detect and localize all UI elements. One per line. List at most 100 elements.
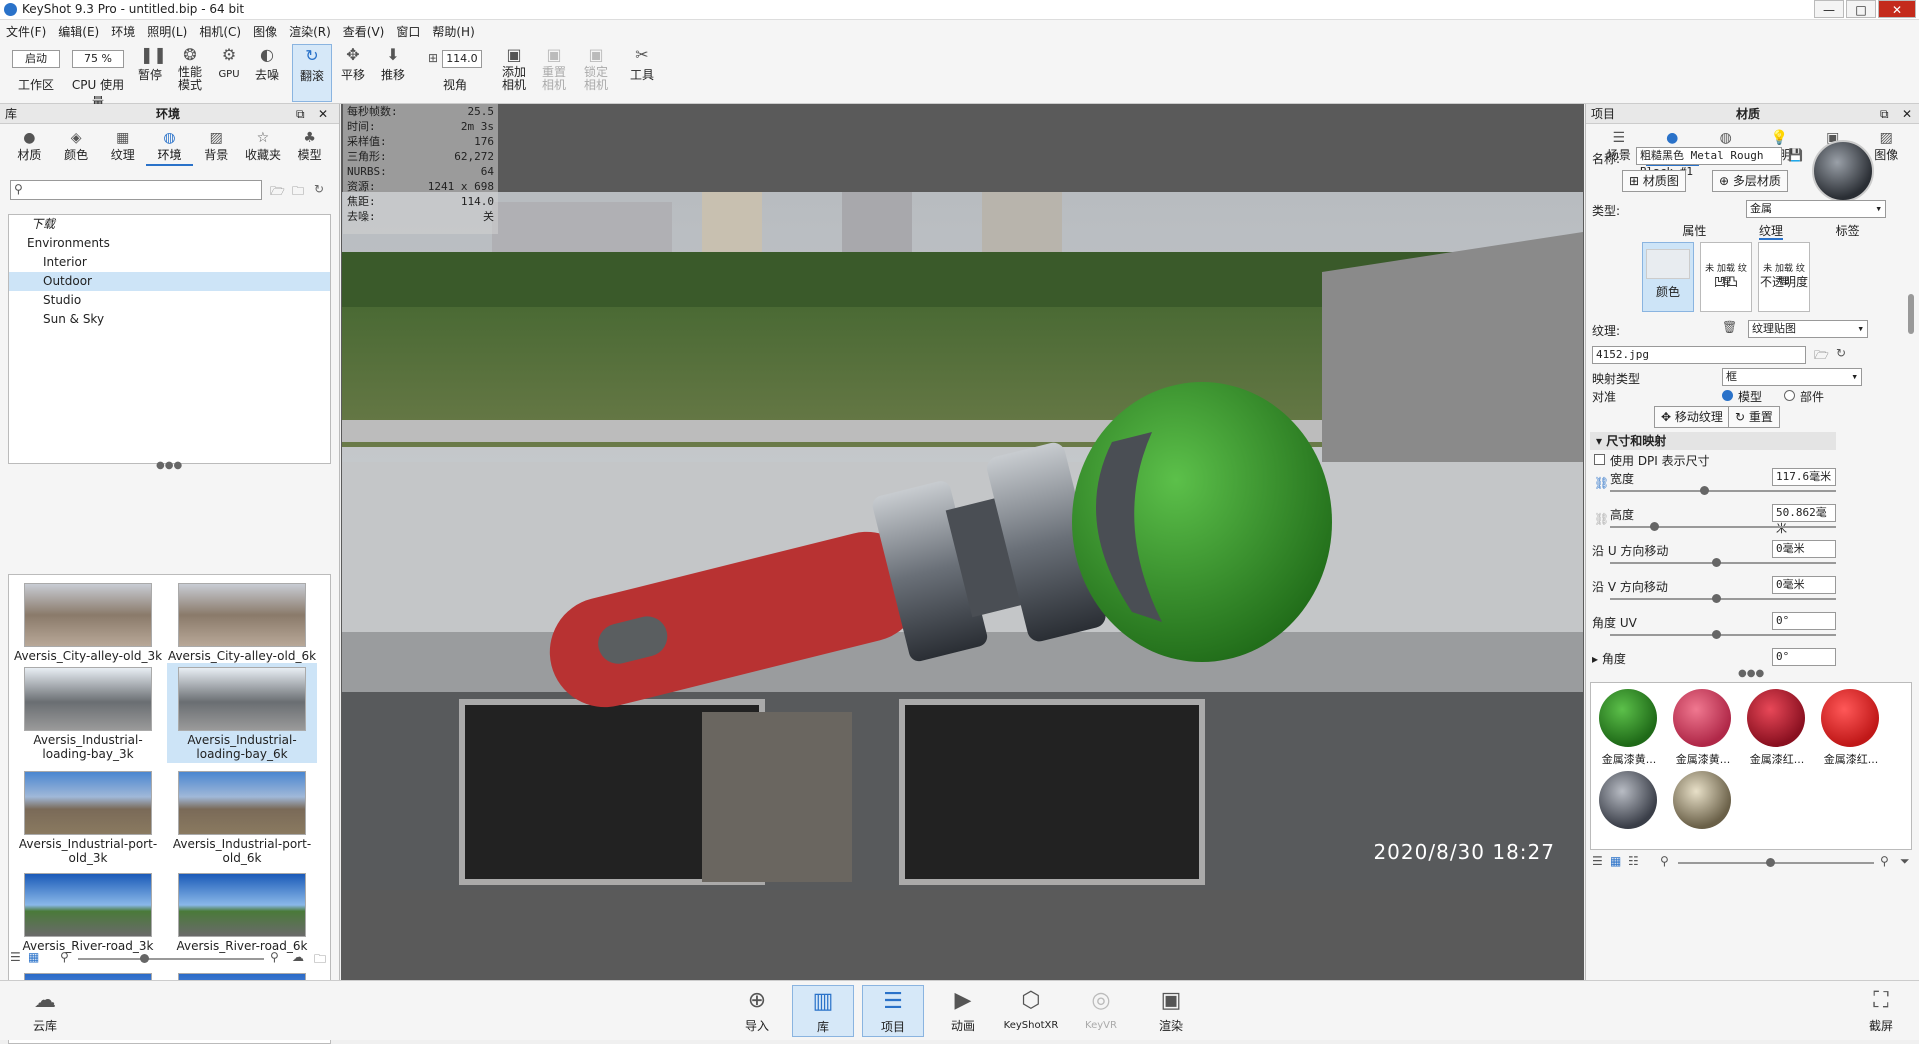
properties-scrollbar[interactable]: [1908, 294, 1914, 334]
width-input[interactable]: 117.6毫米: [1772, 468, 1836, 486]
menu-edit[interactable]: 编辑(E): [52, 20, 105, 43]
tab-textures[interactable]: ▦ 纹理: [99, 128, 146, 166]
u-move-input[interactable]: 0毫米: [1772, 540, 1836, 558]
material-ball-green[interactable]: [1599, 689, 1657, 747]
folder-icon[interactable]: 🗀: [314, 950, 326, 971]
thumb-port-old-6k[interactable]: Aversis_Industrial-port-old_6k: [167, 767, 317, 865]
multi-material-button[interactable]: ⊕ 多层材质: [1712, 170, 1788, 192]
tab-environments[interactable]: ◍ 环境: [146, 128, 193, 166]
menu-render[interactable]: 渲染(R): [283, 20, 337, 43]
menu-view[interactable]: 查看(V): [337, 20, 391, 43]
render-button[interactable]: ▣ 渲染: [1140, 985, 1202, 1037]
uv-angle-slider[interactable]: [1610, 630, 1836, 639]
tumble-button[interactable]: ↻ 翻滚: [292, 44, 332, 102]
cloud-upload-icon[interactable]: ☁: [292, 950, 304, 964]
thumb-city-alley-6k[interactable]: Aversis_City-alley-old_6k: [167, 579, 317, 663]
screenshot-button[interactable]: ⛶ 截屏: [1850, 985, 1912, 1037]
height-input[interactable]: 50.862毫米: [1772, 504, 1836, 535]
splitter-handle[interactable]: ●●●: [1738, 668, 1764, 679]
pause-button[interactable]: ❚❚ 暂停: [134, 44, 167, 102]
width-slider[interactable]: [1610, 486, 1836, 495]
cpu-usage-control[interactable]: 75 % CPU 使用量: [66, 44, 130, 109]
maximize-button[interactable]: □: [1846, 0, 1876, 18]
tab-backplates[interactable]: ▨ 背景: [193, 128, 240, 166]
filter-icon[interactable]: ⏷: [1900, 854, 1910, 869]
tab-colors[interactable]: ◈ 颜色: [53, 128, 100, 166]
material-ball-red[interactable]: [1821, 689, 1879, 747]
add-camera-button[interactable]: ▣ 添加 相机: [496, 44, 532, 102]
ball-size-slider[interactable]: [1678, 858, 1874, 867]
list-view-icon[interactable]: ☰: [10, 950, 21, 964]
panel-close-icon[interactable]: ✕: [318, 104, 328, 124]
refresh-icon[interactable]: ↻: [1836, 346, 1846, 360]
tab-models[interactable]: ♣ 模型: [286, 128, 333, 166]
tree-item-studio[interactable]: Studio: [9, 291, 330, 310]
link-icon[interactable]: ⛓: [1594, 476, 1609, 490]
subtab-textures[interactable]: 纹理: [1758, 222, 1783, 240]
thumb-river-road-3k[interactable]: Aversis_River-road_3k: [13, 869, 163, 953]
undock-icon[interactable]: ⧉: [296, 104, 305, 124]
lock-camera-button[interactable]: ▣ 锁定 相机: [578, 44, 614, 102]
material-ball-pink[interactable]: [1673, 689, 1731, 747]
texture-slot-bump[interactable]: 未 加载 纹理 凹凸: [1700, 242, 1752, 312]
texture-slot-color[interactable]: 颜色: [1642, 242, 1694, 312]
reset-texture-button[interactable]: ↻ 重置: [1728, 406, 1780, 428]
workspace-control[interactable]: 启动 工作区: [10, 44, 62, 102]
unlink-icon[interactable]: ⛓: [1594, 512, 1609, 526]
render-viewport[interactable]: 2020/8/30 18:27 每秒帧数: 25.5 时间: 2m 3s 采样值: 1…: [341, 104, 1584, 980]
cloud-library-button[interactable]: ☁ 云库: [14, 985, 76, 1037]
tree-item-downloads[interactable]: 下载: [9, 215, 330, 234]
keyshotxr-button[interactable]: ⬡ KeyShotXR: [1000, 985, 1062, 1037]
library-search-input[interactable]: ⚲: [10, 180, 262, 200]
delete-icon[interactable]: 🗑: [1722, 320, 1737, 334]
uv-angle-input[interactable]: 0°: [1772, 612, 1836, 630]
panel-close-icon[interactable]: ✕: [1902, 104, 1912, 124]
menu-file[interactable]: 文件(F): [0, 20, 52, 43]
thumb-loading-bay-6k[interactable]: Aversis_Industrial-loading-bay_6k: [167, 663, 317, 763]
material-ball-crimson[interactable]: [1747, 689, 1805, 747]
thumb-loading-bay-3k[interactable]: Aversis_Industrial-loading-bay_3k: [13, 663, 163, 763]
pan-button[interactable]: ✥ 平移: [336, 44, 370, 102]
move-texture-button[interactable]: ✥ 移动纹理: [1654, 406, 1730, 428]
thumb-city-alley-3k[interactable]: Aversis_City-alley-old_3k: [13, 579, 163, 663]
tab-favorites[interactable]: ☆ 收藏夹: [240, 128, 287, 166]
performance-mode-button[interactable]: ❂ 性能 模式: [170, 44, 210, 102]
render-scene[interactable]: 2020/8/30 18:27: [342, 192, 1583, 890]
animation-button[interactable]: ▶ 动画: [932, 985, 994, 1037]
v-move-slider[interactable]: [1610, 594, 1836, 603]
folder-add-icon[interactable]: 🗀: [292, 182, 304, 203]
thumb-port-old-3k[interactable]: Aversis_Industrial-port-old_3k: [13, 767, 163, 865]
material-ball-steel[interactable]: [1599, 771, 1657, 829]
fov-input[interactable]: 114.0: [441, 50, 482, 68]
field-of-view-control[interactable]: ⊞ 114.0 视角: [420, 44, 490, 102]
save-icon[interactable]: 💾: [1788, 148, 1803, 162]
tree-item-outdoor[interactable]: Outdoor: [9, 272, 330, 291]
import-button[interactable]: ⊕ 导入: [726, 985, 788, 1037]
grid-view-icon[interactable]: ▦: [1610, 854, 1621, 868]
tree-item-interior[interactable]: Interior: [9, 253, 330, 272]
radio-model[interactable]: [1722, 390, 1733, 401]
project-button[interactable]: ☰ 项目: [862, 985, 924, 1037]
texture-file-input[interactable]: 4152.jpg: [1592, 346, 1806, 364]
texture-slot-opacity[interactable]: 未 加载 纹理 不透明度: [1758, 242, 1810, 312]
radio-part[interactable]: [1784, 390, 1795, 401]
tab-materials[interactable]: ● 材质: [6, 128, 53, 166]
gpu-button[interactable]: ⚙ GPU: [212, 44, 246, 102]
material-graph-button[interactable]: ⊞ 材质图: [1622, 170, 1686, 192]
splitter-handle[interactable]: ●●●: [156, 460, 182, 471]
texture-type-select[interactable]: 纹理贴图 ▾: [1748, 320, 1868, 338]
u-move-slider[interactable]: [1610, 558, 1836, 567]
subtab-properties[interactable]: 属性: [1682, 222, 1706, 240]
use-dpi-checkbox[interactable]: [1594, 454, 1605, 465]
refresh-icon[interactable]: ↻: [314, 182, 324, 196]
menu-image[interactable]: 图像: [247, 20, 283, 43]
grid-view-icon[interactable]: ▦: [28, 950, 39, 964]
menu-camera[interactable]: 相机(C): [193, 20, 247, 43]
thumbnail-size-slider[interactable]: [78, 954, 264, 963]
folder-open-icon[interactable]: 🗁: [270, 182, 285, 203]
cpu-select[interactable]: 75 %: [72, 50, 124, 68]
keyvr-button[interactable]: ◎ KeyVR: [1070, 985, 1132, 1037]
library-button[interactable]: ▥ 库: [792, 985, 854, 1037]
subtab-labels[interactable]: 标签: [1836, 222, 1860, 240]
material-name-input[interactable]: 粗糙黑色 Metal Rough Black #1: [1636, 147, 1782, 178]
